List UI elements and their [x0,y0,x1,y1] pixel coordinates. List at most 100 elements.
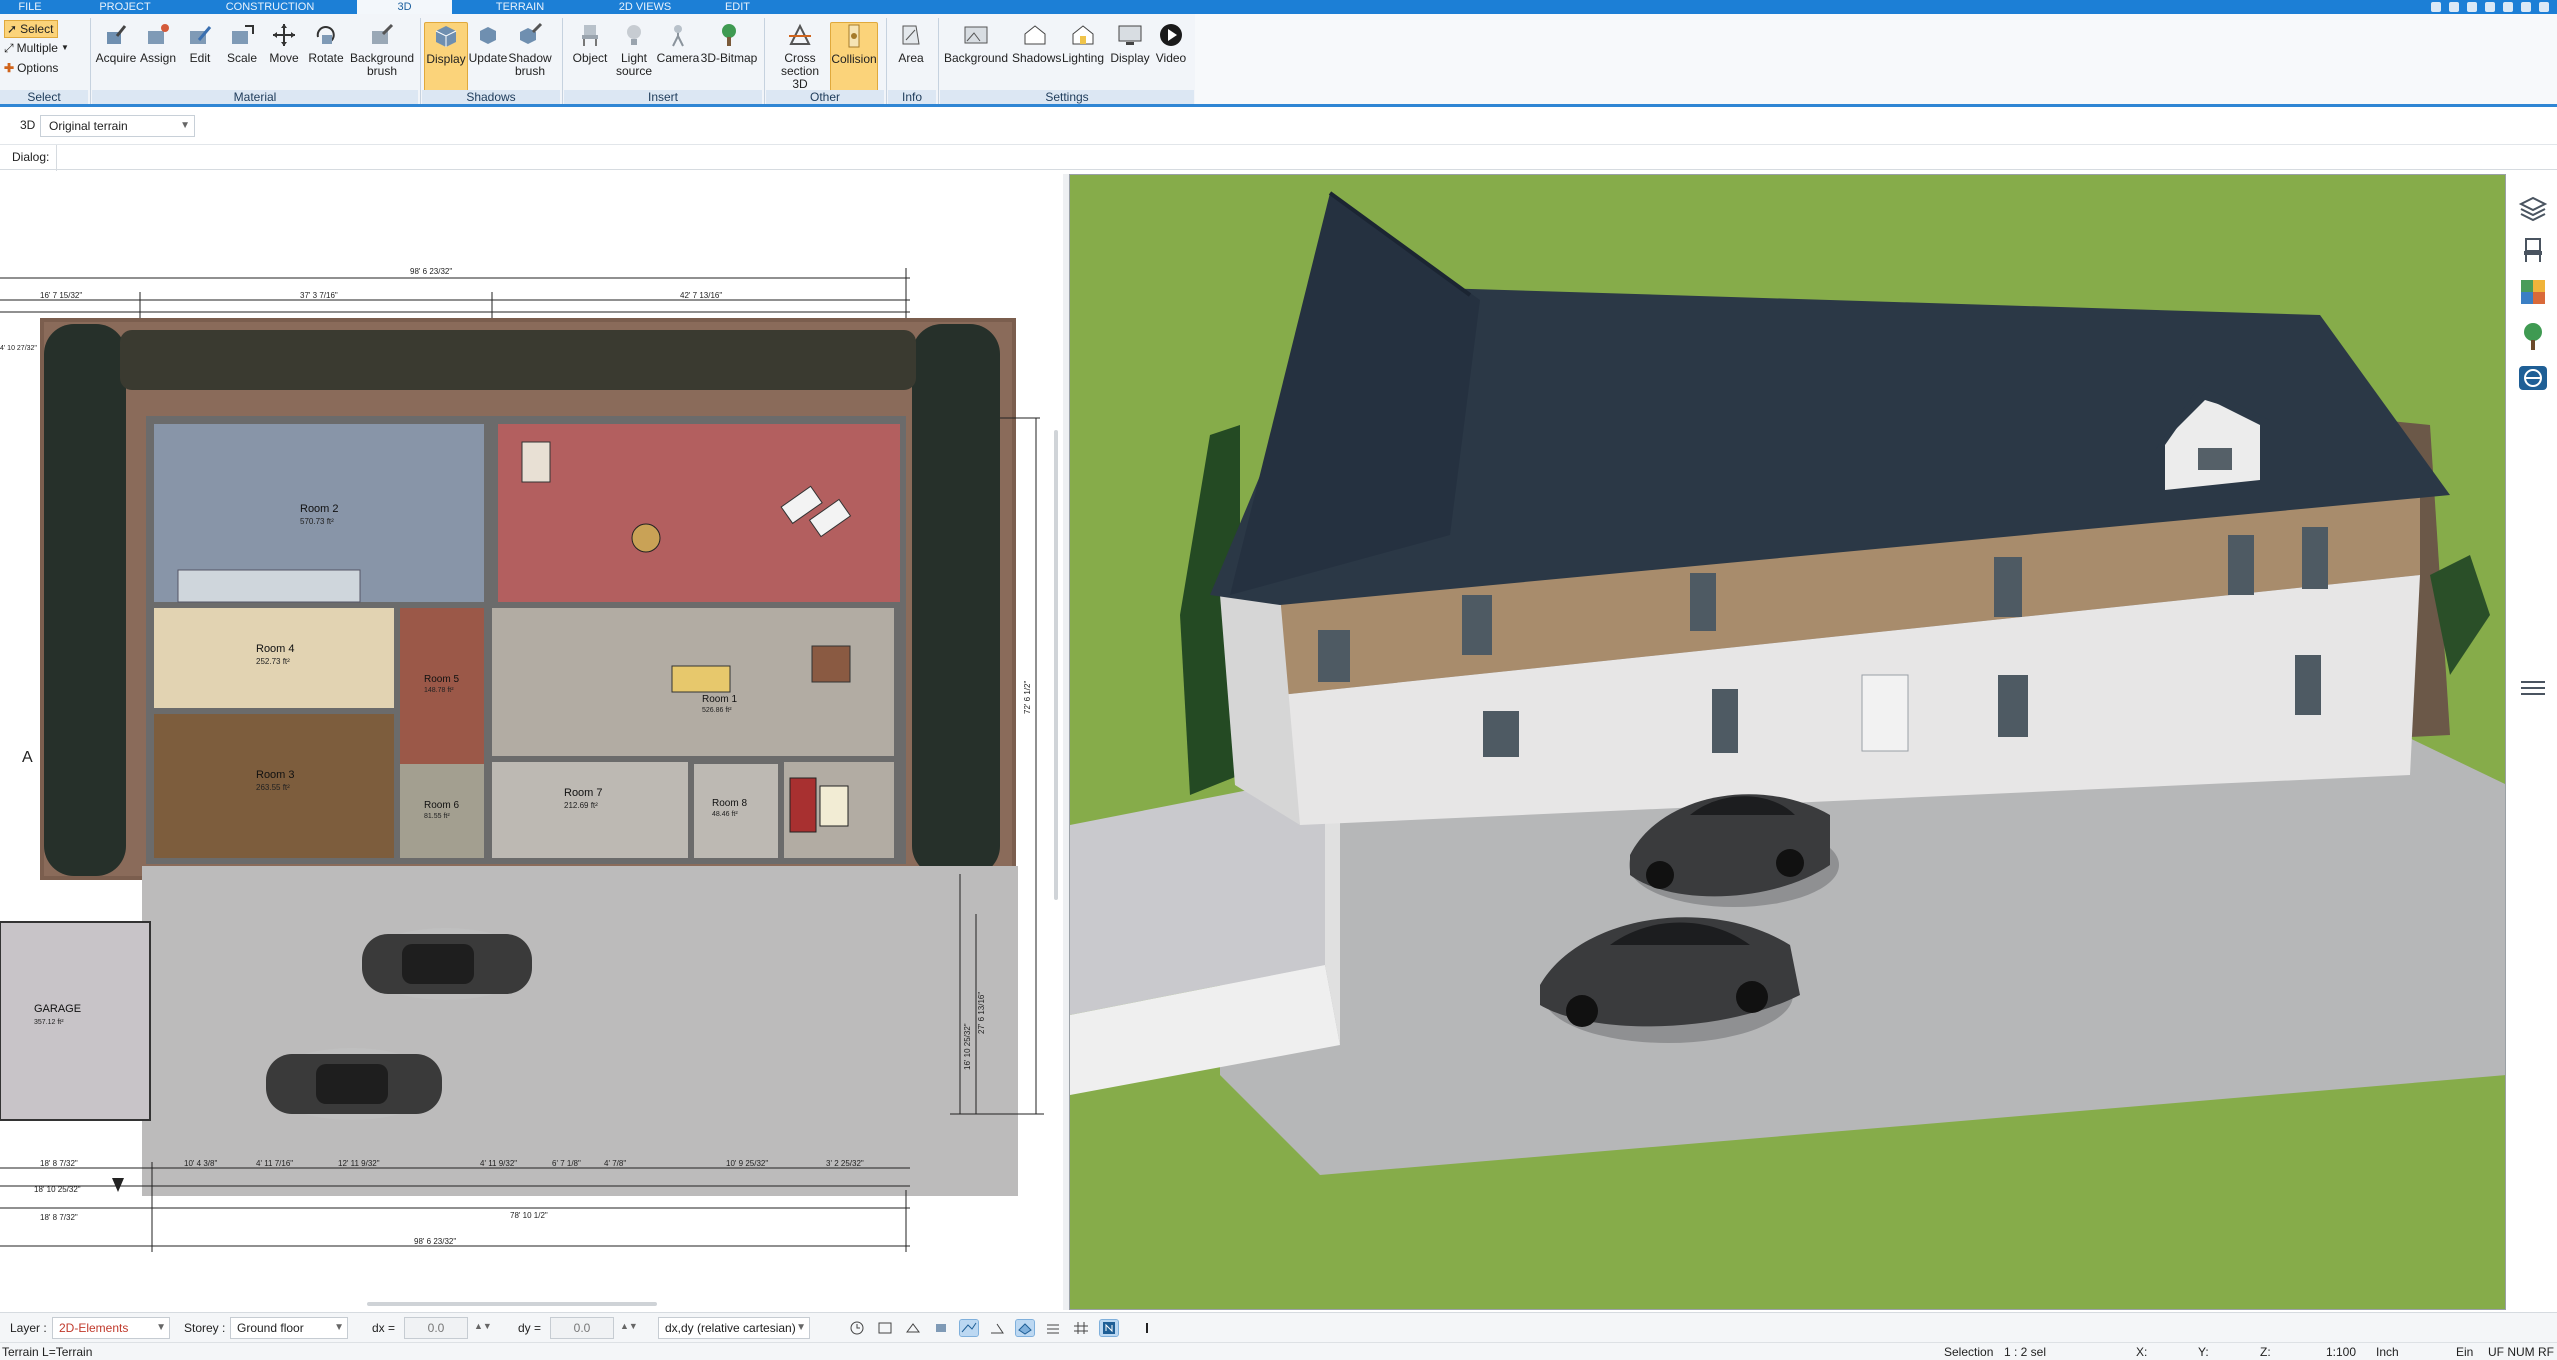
maximize-icon[interactable] [2521,2,2531,12]
edit-material-button[interactable]: Edit [178,22,222,65]
video-button[interactable]: Video [1150,22,1192,65]
rotate-button[interactable]: Rotate [304,22,348,65]
living-table [671,665,731,693]
select-button[interactable]: ➚ Select [4,20,59,38]
chevron-down-icon: ▼ [180,120,190,131]
dimension-label: 18' 10 25/32" [34,1185,81,1194]
tab-2d-views[interactable]: 2D VIEWS [600,0,690,14]
input-mode: Ein [2456,1345,2474,1359]
tab-edit[interactable]: EDIT [710,0,765,14]
scale-button[interactable]: Scale [220,22,264,65]
snap-angle-icon[interactable] [988,1320,1006,1336]
tab-terrain[interactable]: TERRAIN [475,0,565,14]
tab-3d[interactable]: 3D [357,0,452,14]
shadow-update-button[interactable]: Update [466,22,510,65]
acquire-button[interactable]: Acquire [94,22,138,65]
shadows-settings-button[interactable]: Shadows [1012,22,1061,65]
dy-stepper-icon[interactable]: ▲▼ [620,1321,638,1331]
move-button[interactable]: Move [262,22,306,65]
layers-icon[interactable] [2517,192,2549,224]
dimension-label: 4' 10 27/32" [0,345,37,352]
tab-construction[interactable]: CONSTRUCTION [215,0,325,14]
background-brush-button[interactable]: Background brush [350,22,414,78]
dx-input[interactable]: 0.0 [404,1317,468,1339]
hedge-left [44,324,126,876]
restore-icon[interactable] [2485,2,2495,12]
coordinate-mode-select[interactable]: dx,dy (relative cartesian) ▼ [658,1317,810,1339]
minimize-icon[interactable] [2467,2,2477,12]
scale-value: 1:100 [2326,1345,2357,1359]
tab-project[interactable]: PROJECT [90,0,160,14]
clock-icon[interactable] [848,1320,866,1336]
group-label-select: Select [0,90,88,104]
hedge-top [120,330,916,390]
light-source-button[interactable]: Light source [612,22,656,78]
dimension-label: 4' 11 9/32" [480,1159,517,1168]
snap-lines-icon[interactable] [959,1319,979,1337]
tab-file[interactable]: FILE [0,0,60,14]
plan-vertical-scrollbar[interactable] [1054,430,1058,900]
snap-points-icon[interactable] [904,1320,922,1336]
grid-icon[interactable] [1072,1320,1090,1336]
storey-select[interactable]: Ground floor ▼ [230,1317,348,1339]
shadow-display-button[interactable]: Display [424,22,468,92]
panel-handle-icon[interactable] [2517,672,2549,704]
snap-walls-icon[interactable] [1015,1319,1035,1337]
room-label: Room 8 [712,798,747,809]
section-marker-label: A [22,749,33,766]
garage[interactable] [0,921,151,1121]
house-outline-icon [1024,25,1046,45]
terrain-select[interactable]: Original terrain ▼ [40,115,195,137]
room-area: 357.12 ft² [34,1019,64,1026]
options-icon[interactable] [2449,2,2459,12]
group-label-info: Info [888,90,936,104]
display-settings-button[interactable]: Display [1107,22,1153,65]
camera-button[interactable]: Camera [656,22,700,65]
eyedropper-icon [107,25,127,44]
snap-objects-icon[interactable] [932,1320,950,1336]
room-6[interactable] [400,764,484,858]
divider [56,145,57,171]
assign-button[interactable]: Assign [136,22,180,65]
room-7[interactable] [492,762,688,858]
dx-stepper-icon[interactable]: ▲▼ [474,1321,492,1331]
view-toggle-icon[interactable] [2517,362,2549,394]
insert-object-button[interactable]: Object [568,22,612,65]
3d-view[interactable] [1069,174,2506,1310]
room-area: 263.55 ft² [256,783,290,792]
plan-horizontal-scrollbar[interactable] [367,1302,657,1306]
house-light-icon [1072,25,1094,45]
area-button[interactable]: Area [889,22,933,65]
driveway [142,866,1018,1196]
dimension-label: 18' 8 7/32" [40,1213,78,1222]
dimension-label: 16' 10 25/32" [963,1023,972,1070]
help-icon[interactable] [2431,2,2441,12]
room-5[interactable] [400,608,484,764]
room-area: 526.86 ft² [702,707,732,714]
selection-value: 1 : 2 sel [2004,1345,2047,1359]
3d-bitmap-button[interactable]: 3D-Bitmap [700,22,758,65]
layer-select[interactable]: 2D-Elements ▼ [52,1317,170,1339]
snap-grid-icon[interactable] [876,1320,894,1336]
collision-button[interactable]: Collision [830,22,878,92]
more-options-icon[interactable] [1138,1320,1156,1336]
side-toolbar [2510,174,2557,1310]
dimension-label: 12' 11 9/32" [338,1159,380,1168]
background-settings-button[interactable]: Background [942,22,1010,65]
floor-plan-view[interactable]: 98' 6 23/32" 16' 7 15/32" 37' 3 7/16" 42… [0,174,1060,1292]
info-icon[interactable] [2503,2,2513,12]
options-button[interactable]: ✚ Options [4,60,58,76]
tree-icon[interactable] [2517,320,2549,352]
close-icon[interactable] [2539,2,2549,12]
ortho-icon[interactable] [1099,1319,1119,1337]
multiple-button[interactable]: ⤢ Multiple ▼ [4,40,69,56]
chair-icon[interactable] [2517,234,2549,266]
texture-icon[interactable] [2517,276,2549,308]
shadow-brush-button[interactable]: Shadow brush [508,22,552,78]
lighting-settings-button[interactable]: Lighting [1060,22,1106,65]
cross-section-3d-button[interactable]: Cross section 3D [772,22,828,91]
snap-hatch-icon[interactable] [1044,1320,1062,1336]
multi-select-icon: ⤢ [4,41,14,55]
car-bottom [266,1048,442,1120]
dy-input[interactable]: 0.0 [550,1317,614,1339]
